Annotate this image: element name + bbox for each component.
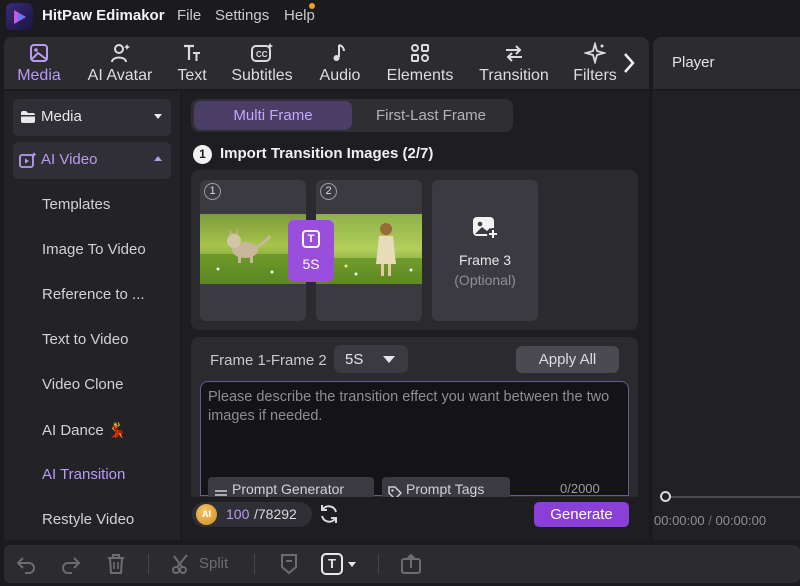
tab-elements-label: Elements (386, 67, 454, 84)
split-button-label[interactable]: Split (199, 555, 228, 572)
sidebar-item-restyle-video[interactable]: Restyle Video (42, 511, 134, 528)
toolbar-divider (254, 554, 255, 574)
redo-icon[interactable] (60, 553, 82, 575)
credits-total: /78292 (254, 506, 297, 522)
transition-icon (502, 38, 526, 64)
text-box-icon: T (321, 553, 343, 575)
total-time: 00:00:00 (715, 513, 767, 528)
elements-icon (409, 38, 431, 64)
app-title: HitPaw Edimakor (42, 7, 165, 24)
text-icon: T (302, 230, 320, 248)
menu-settings[interactable]: Settings (215, 7, 269, 24)
subtitles-icon: CC (250, 38, 274, 64)
audio-icon (329, 38, 351, 64)
player-scrubber-track[interactable] (666, 496, 800, 498)
time-separator: / (708, 513, 712, 528)
frame-number-badge: 2 (320, 183, 337, 200)
step-title: Import Transition Images (2/7) (220, 145, 434, 162)
toolbar-divider (148, 554, 149, 574)
filters-icon (584, 38, 606, 64)
tab-text-label: Text (177, 67, 207, 84)
tab-media-label: Media (17, 67, 61, 84)
frame-pair-label: Frame 1-Frame 2 (210, 352, 327, 369)
generate-button[interactable]: Generate (534, 502, 629, 527)
split-icon[interactable] (171, 553, 193, 575)
caret-down-icon (348, 561, 356, 567)
tab-multi-frame-label[interactable]: Multi Frame (194, 107, 352, 124)
tab-audio-label: Audio (319, 67, 361, 84)
media-icon (28, 38, 50, 64)
caret-down-icon (154, 114, 162, 119)
sidebar-group-media[interactable]: Media (13, 99, 171, 136)
frame-3-label: Frame 3 (458, 252, 512, 268)
sidebar-item-image-to-video[interactable]: Image To Video (42, 241, 146, 258)
tab-media[interactable]: Media (12, 38, 66, 90)
tab-audio[interactable]: Audio (314, 38, 366, 90)
tab-filters[interactable]: Filters (571, 38, 619, 90)
duration-value: 5S (345, 351, 364, 368)
frame-3-optional: (Optional) (454, 272, 516, 288)
delete-icon[interactable] (106, 553, 126, 575)
sidebar-item-ai-dance[interactable]: AI Dance 💃 (42, 421, 127, 439)
menu-help[interactable]: Help (284, 7, 315, 24)
sidebar-group-ai-video[interactable]: AI Video (13, 142, 171, 179)
prompt-generator-label: Prompt Generator (232, 481, 345, 497)
tab-ai-avatar[interactable]: AI Avatar (84, 38, 156, 90)
tab-transition[interactable]: Transition (474, 38, 554, 90)
export-frame-icon[interactable] (400, 553, 422, 575)
sidebar-item-ai-transition[interactable]: AI Transition (42, 466, 125, 483)
add-image-icon (472, 214, 500, 245)
sidebar-group-ai-video-label: AI Video (41, 151, 98, 168)
prompt-placeholder: Please describe the transition effect yo… (208, 389, 610, 424)
sidebar-item-reference-to[interactable]: Reference to ... (42, 286, 145, 303)
menu-file[interactable]: File (177, 7, 201, 24)
caret-up-icon (154, 156, 162, 161)
credits-used: 100 (226, 506, 250, 522)
undo-icon[interactable] (15, 553, 37, 575)
sidebar-item-templates[interactable]: Templates (42, 196, 110, 213)
ai-video-icon (19, 152, 37, 174)
text-icon (181, 38, 203, 64)
tab-first-last-frame[interactable]: First-Last Frame (352, 107, 510, 124)
transition-duration-label: 5S (302, 256, 320, 272)
ai-avatar-icon (109, 38, 131, 64)
chevron-right-icon[interactable] (618, 50, 640, 76)
player-scrubber-handle[interactable] (660, 491, 671, 502)
player-viewport (653, 91, 800, 540)
step-number-badge: 1 (193, 145, 212, 164)
sidebar-item-video-clone[interactable]: Video Clone (42, 376, 123, 393)
caret-down-icon (383, 356, 395, 363)
player-title: Player (672, 54, 715, 71)
tab-subtitles-label: Subtitles (231, 67, 293, 84)
prompt-tags-label: Prompt Tags (406, 481, 485, 497)
sidebar-item-text-to-video[interactable]: Text to Video (42, 331, 128, 348)
notification-dot (309, 3, 315, 9)
folder-icon (20, 110, 36, 129)
app-logo-icon (6, 3, 33, 30)
ai-coin-icon: AI (196, 504, 217, 525)
add-text-dropdown[interactable]: T (321, 553, 356, 575)
prompt-tags-button[interactable]: Prompt Tags (382, 477, 510, 499)
marker-icon[interactable] (279, 553, 299, 575)
tab-transition-label: Transition (479, 67, 549, 84)
toolbar-divider (378, 554, 379, 574)
frame-card-3-add[interactable] (432, 180, 538, 321)
tab-elements[interactable]: Elements (383, 38, 457, 90)
current-time: 00:00:00 (654, 513, 705, 528)
tab-filters-label: Filters (573, 67, 617, 84)
sidebar-group-media-label: Media (41, 108, 82, 125)
svg-text:CC: CC (256, 50, 268, 59)
frame-number-badge: 1 (204, 183, 221, 200)
prompt-generator-button[interactable]: Prompt Generator (208, 477, 374, 499)
character-count: 0/2000 (560, 481, 600, 496)
tab-ai-avatar-label: AI Avatar (87, 67, 153, 84)
refresh-icon[interactable] (318, 503, 340, 525)
tab-subtitles[interactable]: CC Subtitles (227, 38, 297, 90)
apply-all-button[interactable]: Apply All (516, 346, 619, 373)
player-timecode: 00:00:00 / 00:00:00 (654, 513, 766, 528)
tab-text[interactable]: Text (173, 38, 211, 90)
